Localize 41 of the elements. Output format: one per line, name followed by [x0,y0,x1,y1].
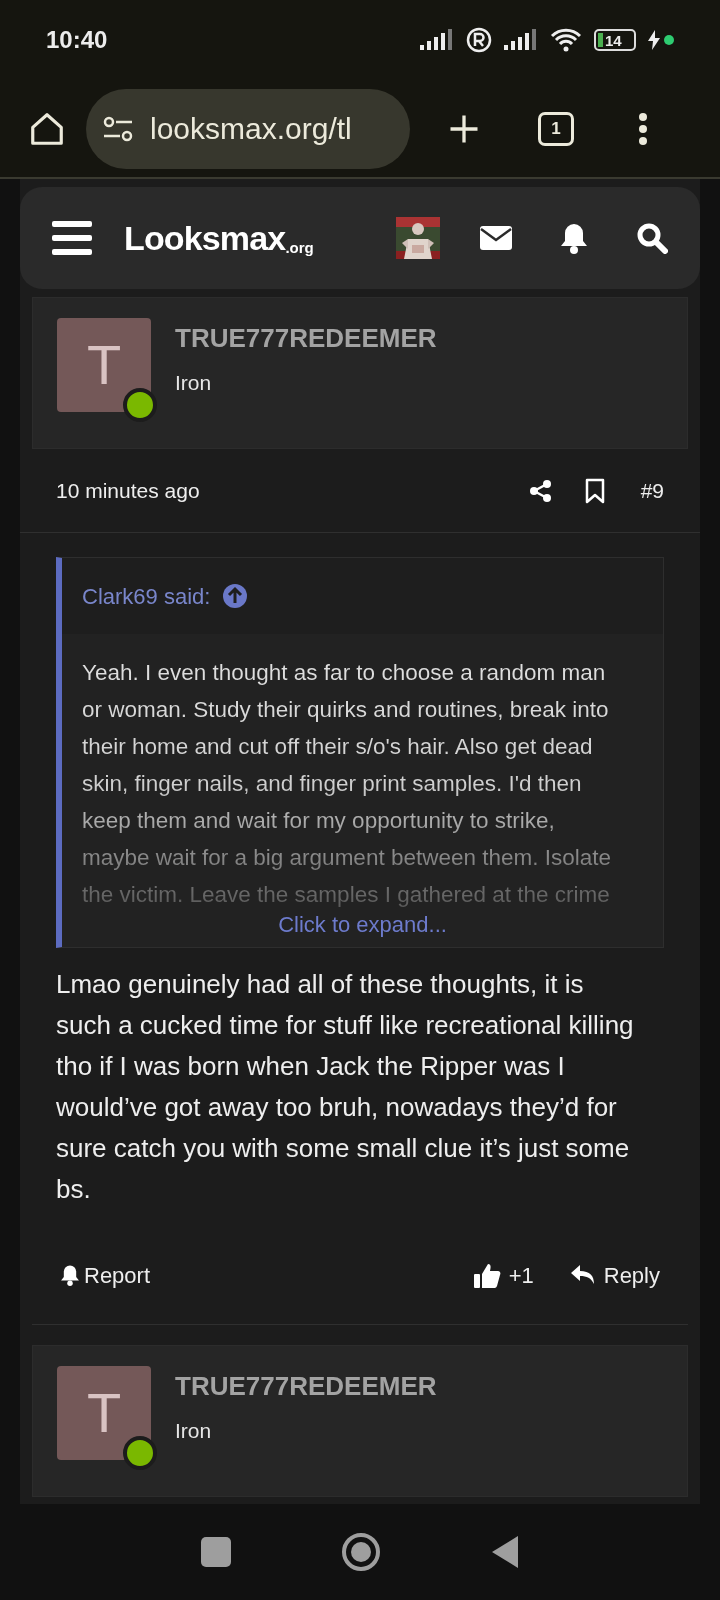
thumbs-up-icon [472,1261,501,1289]
bookmark-icon[interactable] [584,477,605,504]
home-button-icon[interactable] [341,1532,381,1572]
notification-icon[interactable] [560,222,588,254]
recents-icon[interactable] [201,1537,231,1567]
reply-button[interactable]: Reply [569,1258,660,1292]
url-text: looksmax.org/tl [150,111,352,147]
site-logo[interactable]: Looksmax.org [124,221,314,255]
username[interactable]: TRUE777REDEEMER [175,1370,437,1403]
menu-icon[interactable] [52,221,92,255]
post-number[interactable]: #9 [640,474,664,507]
quote-author[interactable]: Clark69 said: [82,579,211,613]
mail-icon[interactable] [480,226,512,250]
avatar[interactable]: T [57,318,151,412]
charging-icon [648,30,660,50]
post-body: Lmao genuinely had all of these thoughts, it is such a cucked time for stuff like recreational killing tho if I was born when Jack the Ripper was I would’ve got away too bruh, nowadays they’d for sure catch you with some small clue it’s just some bs. [55,968,635,1206]
signal-icon [420,29,454,51]
user-rank: Iron [175,1417,213,1444]
avatar[interactable]: T [57,1366,151,1460]
report-button[interactable]: Report [60,1258,151,1292]
avatar-letter: T [86,1385,122,1441]
roaming-icon [466,27,492,53]
battery-indicator: 14 [594,29,636,51]
status-time: 10:40 [46,25,108,55]
username[interactable]: TRUE777REDEEMER [175,322,437,355]
signal-icon [504,29,538,51]
address-bar[interactable]: looksmax.org/tl [86,88,410,169]
arrow-up-icon[interactable] [222,583,249,609]
like-button[interactable]: +1 [472,1258,534,1292]
site-settings-icon[interactable] [102,115,134,142]
avatar-letter: T [86,337,122,393]
more-icon[interactable] [638,111,648,146]
tab-switcher[interactable]: 1 [538,111,574,146]
bell-icon [60,1264,80,1286]
search-icon[interactable] [636,222,668,254]
reply-icon [569,1264,596,1286]
back-icon[interactable] [491,1535,519,1569]
user-rank: Iron [175,369,213,396]
wifi-icon [550,28,582,52]
post-time[interactable]: 10 minutes ago [56,474,200,507]
share-icon[interactable] [528,478,553,503]
